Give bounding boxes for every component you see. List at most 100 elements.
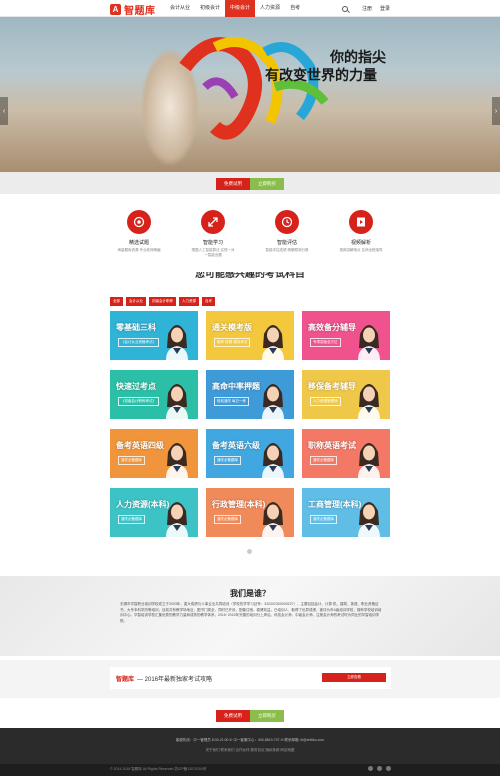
person-illustration-icon <box>166 325 188 360</box>
course-card-title: 零基础三科 <box>116 323 156 332</box>
free-trial-button[interactable]: 免费试用 <box>216 710 250 722</box>
course-card-title: 人力资源(本科) <box>116 500 170 509</box>
header-actions: 注册 登录 <box>341 0 390 17</box>
person-illustration-icon <box>358 443 380 478</box>
buy-now-button[interactable]: 立即购买 <box>250 710 284 722</box>
login-link[interactable]: 登录 <box>380 5 390 12</box>
feature-desc: 视频讲解难点 名师全程指导 <box>339 248 383 252</box>
filter-tab[interactable]: 人力资源 <box>179 297 199 306</box>
course-card-subtitle: 《初级会计职称考试》 <box>118 397 159 406</box>
course-card[interactable]: 通关模考版 模考·真题·模拟考试 <box>206 311 294 360</box>
course-card-subtitle: 人力资源管理师 <box>310 397 341 406</box>
footer-links[interactable]: 关于我们 联系我们 合作伙伴 服务协议 隐私条款 网站地图 <box>0 748 500 753</box>
course-card-subtitle: 《会计从业资格考试》 <box>118 338 159 347</box>
feature-item: 智能评估 智能评估成绩 精确预测分数 <box>266 210 308 276</box>
course-card[interactable]: 备考英语六级 通关必备题库 <box>206 429 294 478</box>
feature-item: 智能学习 根据人工智能算法 实现一对一智能出题 <box>192 210 234 276</box>
feature-title: 精选试题 <box>128 240 149 246</box>
feature-desc: 智能评估成绩 精确预测分数 <box>265 248 309 252</box>
person-illustration-icon <box>262 325 284 360</box>
video-icon <box>349 210 373 234</box>
site-logo[interactable]: A 智题库 <box>110 2 156 17</box>
course-card-subtitle: 通关必备题库 <box>214 456 241 465</box>
course-card-subtitle: 模考·真题·模拟考试 <box>214 338 251 347</box>
course-card[interactable]: 高效备分辅导 专项突破全方位 <box>302 311 390 360</box>
filter-tab[interactable]: 初级会计职称 <box>149 297 176 306</box>
course-card[interactable]: 工商管理(本科) 通关必备题库 <box>302 488 390 537</box>
register-link[interactable]: 注册 <box>362 5 372 12</box>
course-card-title: 职称英语考试 <box>308 441 356 450</box>
logo-text: 智题库 <box>124 6 156 17</box>
free-trial-button[interactable]: 免费试用 <box>216 178 250 190</box>
carousel-next-button[interactable]: › <box>492 97 500 125</box>
person-illustration-icon <box>358 384 380 419</box>
target-icon <box>127 210 151 234</box>
course-card-subtitle: 通关必备题库 <box>310 456 337 465</box>
person-illustration-icon <box>262 443 284 478</box>
clock-icon <box>275 210 299 234</box>
hero-headline-1: 你的指尖 <box>330 49 386 65</box>
course-card-title: 备考英语四级 <box>116 441 164 450</box>
course-card-title: 移保备考辅导 <box>308 382 356 391</box>
promo-view-button[interactable]: 立即查看 <box>322 673 386 682</box>
feature-desc: 海量题库资源 专业老师精编 <box>117 248 161 252</box>
filter-tab[interactable]: 全部 <box>110 297 123 306</box>
carousel-prev-button[interactable]: ‹ <box>0 97 8 125</box>
footer-bottom-bar <box>0 764 500 776</box>
copyright-text: © 2014-2016 智题库 All Rights Reserved 苏ICP… <box>110 767 207 771</box>
course-card[interactable]: 职称英语考试 通关必备题库 <box>302 429 390 478</box>
qq-icon[interactable] <box>386 766 391 771</box>
course-card[interactable]: 零基础三科《会计从业资格考试》 <box>110 311 198 360</box>
feature-item: 精选试题 海量题库资源 专业老师精编 <box>118 210 160 276</box>
course-card-subtitle: 专项突破全方位 <box>310 338 341 347</box>
arrows-icon <box>201 210 225 234</box>
course-card[interactable]: 高命中率押题 轻松通关 每日一练 <box>206 370 294 419</box>
main-nav: 会计从业 初级会计 中级会计 人力资源 自考 <box>165 0 305 17</box>
nav-item-junior-accountant[interactable]: 初级会计 <box>195 0 225 17</box>
top-navbar: A 智题库 会计从业 初级会计 中级会计 人力资源 自考 注册 登录 <box>0 0 500 17</box>
course-card-title: 行政管理(本科) <box>212 500 266 509</box>
course-card-title: 高效备分辅导 <box>308 323 356 332</box>
course-card[interactable]: 快速过考点 《初级会计职称考试》 <box>110 370 198 419</box>
search-icon[interactable] <box>341 5 348 12</box>
course-card[interactable]: 行政管理(本科) 通关必备题库 <box>206 488 294 537</box>
feature-title: 智能评估 <box>276 240 297 246</box>
footer-contact: 客服热线：中一管理员 8:00-21:00 ✆ 中一客服中心：400-8819-… <box>175 738 325 742</box>
course-card-subtitle: 通关必备题库 <box>214 515 241 524</box>
wechat-icon[interactable] <box>368 766 373 771</box>
nav-item-intermediate-accountant[interactable]: 中级会计 <box>225 0 256 17</box>
weibo-icon[interactable] <box>377 766 382 771</box>
filter-tab[interactable]: 自考 <box>202 297 215 306</box>
carousel-dot[interactable] <box>247 549 252 554</box>
course-card[interactable]: 移保备考辅导 人力资源管理师 <box>302 370 390 419</box>
course-card-subtitle: 通关必备题库 <box>310 515 337 524</box>
promo-text: — 2016年最新独家考试攻略 <box>137 676 213 683</box>
course-card-grid: 零基础三科 《会计从业资格考试》 通关模考版 模考·真题·模拟考试 高效备分辅导 专项突破… <box>110 311 391 537</box>
nav-item-self-exam[interactable]: 自考 <box>285 0 305 17</box>
course-card-subtitle: 通关必备题库 <box>118 515 145 524</box>
person-illustration-icon <box>358 325 380 360</box>
promo-brand: 智题库 <box>116 676 135 683</box>
social-icons <box>368 766 391 771</box>
course-card-subtitle: 通关必备题库 <box>118 456 145 465</box>
course-card-title: 备考英语六级 <box>212 441 260 450</box>
about-title: 我们是谁？ <box>230 589 270 598</box>
course-card[interactable]: 人力资源(本科) 通关必备题库 <box>110 488 198 537</box>
nav-item-accounting-basic[interactable]: 会计从业 <box>165 0 195 17</box>
feature-item: 视频解析 视频讲解难点 名师全程指导 <box>340 210 382 276</box>
filter-tab[interactable]: 会计从业 <box>126 297 146 306</box>
buy-now-button[interactable]: 立即购买 <box>250 178 284 190</box>
course-card[interactable]: 备考英语四级 通关必备题库 <box>110 429 198 478</box>
hero-headline-2: 有改变世界的力量 <box>265 67 377 83</box>
about-text: 无锡市华智职业培训学校成立于2003年，重大成绩与人事企业共同培训（学校的学学习… <box>120 602 382 623</box>
person-illustration-icon <box>166 443 188 478</box>
feature-desc: 根据人工智能算法 实现一对一智能出题 <box>191 248 235 257</box>
features-row: 精选试题 海量题库资源 专业老师精编 智能学习 根据人工智能算法 实现一对一智能… <box>0 194 500 276</box>
logo-mark-icon: A <box>110 4 121 15</box>
nav-item-hr[interactable]: 人力资源 <box>255 0 285 17</box>
bottom-cta-group: 免费试用 立即购买 <box>216 710 284 722</box>
top-cta-group: 免费试用 立即购买 <box>216 178 284 190</box>
hero-banner: 你的指尖 有改变世界的力量 ‹ › <box>0 17 500 172</box>
person-illustration-icon <box>166 384 188 419</box>
hero-ribbon-graphic <box>179 37 329 140</box>
